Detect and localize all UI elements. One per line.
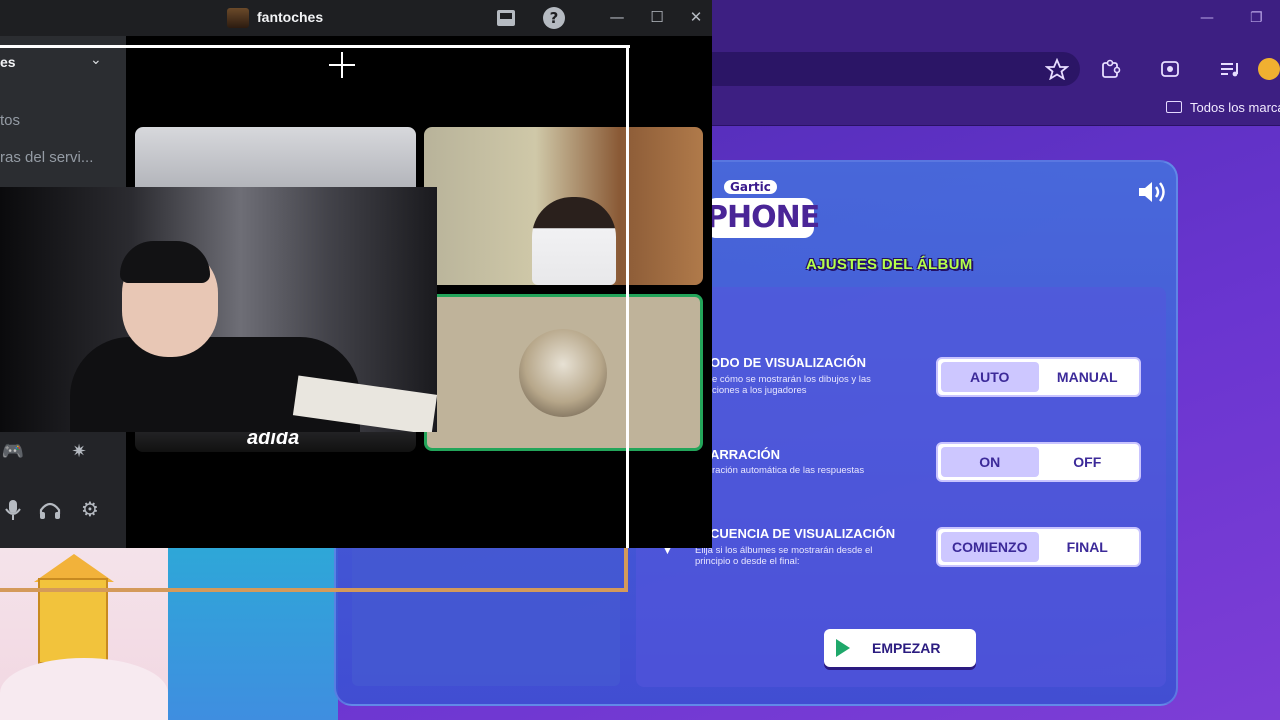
video-tile-participant[interactable] [424,127,703,285]
players-panel [352,540,620,686]
view-mode-auto-option[interactable]: AUTO [941,362,1039,392]
view-mode-manual-option[interactable]: MANUAL [1039,362,1137,392]
narration-toggle: ON OFF [936,442,1141,482]
channel-item[interactable]: ras del servi... [0,149,93,166]
activity-gamepad-icon[interactable]: 🎮 [0,441,26,462]
discord-minimize-button[interactable]: — [606,8,628,28]
logo-big-text: PHONE [706,198,820,238]
album-settings-card [636,287,1166,687]
speaker-icon[interactable] [1136,178,1168,206]
start-button[interactable]: EMPEZAR [824,629,976,667]
view-mode-toggle: AUTO MANUAL [936,357,1141,397]
server-name[interactable]: es [0,54,16,70]
setting-sequence-title: CUENCIA DE VISUALIZACIÓN [710,526,896,541]
address-bar[interactable] [690,52,1080,86]
chevron-down-icon[interactable]: ⌄ [90,52,102,68]
star-icon[interactable] [1045,58,1069,80]
game-side-strip [168,548,338,720]
start-button-label: EMPEZAR [872,640,941,656]
profile-icon[interactable] [1258,58,1280,80]
sequence-end-option[interactable]: FINAL [1039,532,1137,562]
setting-narration-desc: ración automática de las respuestas [712,465,865,476]
folder-icon [1166,101,1182,113]
discord-window: fantoches ? — ☐ ✕ es ⌄ tos ras del servi… [0,0,712,548]
avatar [519,329,607,417]
play-icon [836,639,850,657]
browser-minimize-button[interactable]: — [1200,10,1214,26]
logo-small-text: Gartic [724,180,777,194]
panel-title: AJUSTES DEL ÁLBUM [806,256,973,273]
setting-sequence-desc: Elija si los álbumes se mostrarán desde … [695,545,873,567]
sequence-start-option[interactable]: COMIENZO [941,532,1039,562]
video-tile-speaking[interactable] [424,294,703,451]
capture-selection-right [626,45,629,548]
discord-window-title: fantoches [257,9,324,25]
help-icon[interactable]: ? [543,7,565,29]
crosshair-cursor [341,52,343,78]
server-icon [227,8,249,28]
channel-item[interactable]: tos [0,112,20,129]
media-queue-icon[interactable] [1218,58,1242,80]
soundboard-icon[interactable]: ✷ [66,441,92,462]
discord-close-button[interactable]: ✕ [685,8,707,28]
screenshot-icon[interactable] [1158,58,1182,80]
participant-person [532,197,616,285]
capture-border-right [624,545,628,592]
mic-icon[interactable] [0,498,26,522]
setting-view-mode-desc: e cómo se mostrarán los dibujos y las ci… [712,374,871,396]
capture-border-bottom [0,588,628,592]
narration-off-option[interactable]: OFF [1039,447,1137,477]
discord-maximize-button[interactable]: ☐ [646,8,668,28]
sequence-toggle: COMIENZO FINAL [936,527,1141,567]
bookmark-folder-label: Todos los marca [1190,100,1280,115]
pink-dress [0,658,168,720]
gartic-phone-logo: Gartic PHONE [700,176,820,246]
setting-narration-title: ARRACIÓN [710,447,781,462]
capture-selection-top [0,45,630,48]
inbox-icon[interactable] [495,8,517,28]
browser-restore-button[interactable]: ❐ [1250,10,1263,26]
narration-on-option[interactable]: ON [941,447,1039,477]
participant-cap [120,241,210,283]
setting-view-mode-title: ODO DE VISUALIZACIÓN [710,355,867,370]
gear-icon[interactable]: ⚙ [77,497,103,521]
doll-house-thumbnail [0,548,168,720]
extensions-icon[interactable] [1099,58,1123,80]
headset-icon[interactable] [37,498,63,522]
bookmark-folder-all[interactable]: Todos los marca [1166,100,1280,115]
video-tile-focused[interactable] [0,187,437,432]
